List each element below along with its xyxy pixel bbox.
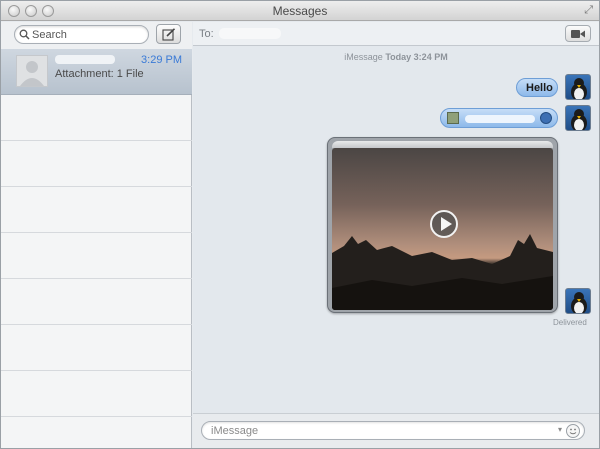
contact-avatar — [16, 55, 48, 87]
my-avatar — [565, 105, 591, 131]
list-item — [1, 141, 192, 187]
penguin-icon — [571, 109, 587, 130]
recipient-redacted[interactable] — [219, 28, 281, 39]
chevron-down-icon[interactable]: ▾ — [558, 425, 562, 434]
video-frame-header — [332, 141, 553, 148]
file-thumbnail-icon — [447, 112, 459, 124]
conversation-item-selected[interactable]: 3:29 PM Attachment: 1 File — [1, 49, 192, 95]
timestamp-service: iMessage — [344, 52, 383, 62]
emoji-icon[interactable] — [566, 424, 580, 438]
new-message-button[interactable] — [156, 24, 181, 44]
message-input[interactable] — [211, 424, 551, 438]
video-attachment[interactable] — [327, 137, 558, 313]
video-thumbnail — [332, 148, 553, 310]
person-silhouette-icon — [20, 61, 44, 86]
file-name-redacted — [465, 115, 535, 123]
video-call-button[interactable] — [565, 25, 591, 42]
list-item — [1, 325, 192, 371]
list-item — [1, 371, 192, 417]
conversation-time: 3:29 PM — [141, 54, 182, 66]
my-avatar — [565, 74, 591, 100]
timestamp-when: Today 3:24 PM — [385, 52, 448, 62]
contact-name-redacted — [55, 55, 115, 64]
message-bubble[interactable]: Hello — [516, 78, 558, 97]
fullscreen-icon[interactable]: ⤢ — [584, 4, 593, 17]
play-button[interactable] — [430, 210, 458, 238]
conversation-list: 3:29 PM Attachment: 1 File — [1, 49, 192, 417]
conversation-preview: Attachment: 1 File — [55, 68, 144, 80]
video-call-icon — [571, 30, 585, 38]
recipient-bar: To: — [193, 22, 599, 46]
composer-bar: ▾ — [193, 413, 599, 448]
conversation-sidebar: 3:29 PM Attachment: 1 File — [1, 22, 192, 448]
list-item — [1, 279, 192, 325]
list-item — [1, 233, 192, 279]
list-item — [1, 95, 192, 141]
penguin-icon — [571, 292, 587, 313]
message-timestamp: iMessage Today 3:24 PM — [193, 52, 599, 62]
penguin-icon — [571, 78, 587, 99]
message-text: Hello — [526, 82, 553, 94]
window-title: Messages — [272, 4, 328, 18]
search-input[interactable] — [32, 27, 142, 42]
conversation-pane: To: iMessage Today 3:24 PM Hello Deliver… — [193, 22, 599, 448]
title-bar: Messages ⤢ — [1, 1, 599, 21]
my-avatar — [565, 288, 591, 314]
list-item — [1, 187, 192, 233]
search-icon — [19, 29, 30, 40]
file-attachment-bubble[interactable] — [440, 108, 558, 128]
play-icon — [441, 217, 452, 231]
smiley-icon — [569, 428, 577, 435]
quicklook-icon[interactable] — [540, 112, 552, 124]
to-label: To: — [199, 28, 214, 40]
compose-icon — [162, 28, 176, 41]
message-field[interactable]: ▾ — [201, 421, 585, 440]
messages-window: Messages ⤢ Search 3:29 PM Attachment: 1 … — [0, 0, 600, 449]
search-field[interactable] — [14, 25, 149, 44]
delivery-status: Delivered — [553, 318, 587, 327]
sidebar-toolbar — [1, 22, 192, 49]
